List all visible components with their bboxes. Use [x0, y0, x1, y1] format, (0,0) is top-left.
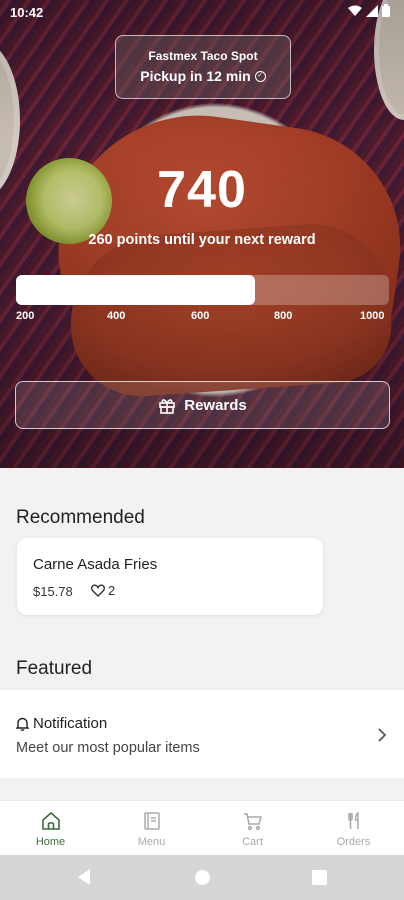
recommended-item-like-count: 2	[108, 583, 116, 598]
bell-icon	[16, 717, 29, 731]
pickup-time: Pickup in 12 min ✓	[140, 68, 266, 84]
progress-tick: 800	[274, 310, 293, 322]
wifi-icon	[348, 5, 362, 16]
battery-icon	[382, 4, 390, 17]
nav-home-label: Home	[35, 836, 66, 848]
progress-tick: 1000	[360, 310, 385, 322]
clock-check-icon: ✓	[254, 70, 266, 82]
gift-icon	[159, 399, 176, 414]
signal-icon	[366, 4, 378, 17]
rewards-progress-fill	[16, 275, 255, 305]
nav-orders-label: Orders	[336, 836, 371, 848]
recommended-item-name: Carne Asada Fries	[33, 556, 158, 573]
featured-notification-card[interactable]: Notification Meet our most popular items	[0, 690, 404, 778]
notification-title: Notification	[16, 715, 107, 732]
nav-cart[interactable]: Cart	[202, 801, 303, 855]
menu-book-icon	[143, 812, 160, 830]
progress-tick: 200	[16, 310, 35, 322]
pickup-label: Pickup in 12 min	[140, 68, 251, 84]
status-time: 10:42	[10, 5, 44, 20]
progress-tick: 400	[107, 310, 126, 322]
chevron-right-icon	[378, 728, 387, 742]
back-icon[interactable]	[78, 869, 90, 885]
home-circle-icon[interactable]	[195, 870, 210, 885]
notification-description: Meet our most popular items	[16, 740, 200, 756]
status-bar: 10:42	[0, 0, 404, 26]
status-icons	[348, 4, 390, 17]
recommended-item-card[interactable]: Carne Asada Fries $15.78 2	[17, 538, 323, 615]
rewards-button-label: Rewards	[184, 396, 247, 414]
bottom-nav: Home Menu Cart Orders	[0, 800, 404, 855]
nav-orders[interactable]: Orders	[303, 801, 404, 855]
notification-title-text: Notification	[33, 715, 108, 732]
nav-home[interactable]: Home	[0, 801, 101, 855]
rewards-progress-bar	[16, 275, 389, 305]
store-name: Fastmex Taco Spot	[148, 49, 258, 63]
progress-tick: 600	[191, 310, 210, 322]
featured-heading: Featured	[16, 658, 93, 679]
heart-icon	[91, 584, 105, 597]
nav-cart-label: Cart	[242, 836, 263, 848]
recommended-item-price: $15.78	[33, 584, 73, 599]
recommended-item-likes[interactable]: 2	[91, 583, 115, 598]
recents-icon[interactable]	[312, 870, 327, 885]
home-icon	[41, 811, 60, 830]
points-balance: 740	[157, 161, 247, 219]
nav-menu[interactable]: Menu	[101, 801, 202, 855]
utensils-icon	[347, 811, 359, 829]
recommended-heading: Recommended	[16, 507, 145, 528]
system-navigation-bar	[0, 855, 404, 900]
store-pickup-selector[interactable]: Fastmex Taco Spot Pickup in 12 min ✓	[115, 35, 291, 99]
rewards-button[interactable]: Rewards	[15, 381, 390, 429]
nav-menu-label: Menu	[137, 836, 166, 848]
points-subtitle: 260 points until your next reward	[88, 232, 316, 248]
cart-icon	[243, 813, 262, 831]
